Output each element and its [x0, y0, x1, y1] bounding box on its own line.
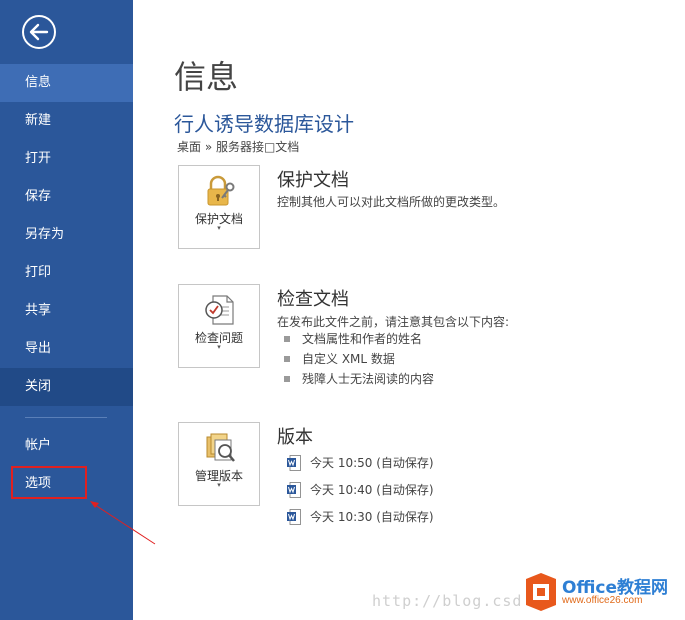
inspect-document-icon: [205, 295, 234, 325]
options-highlight-box: [11, 466, 87, 499]
site-logo: Office教程网 www.office26.com: [522, 571, 682, 615]
word-document-icon: [287, 508, 301, 525]
inspect-document-heading: 检查文档: [277, 289, 349, 310]
breadcrumb[interactable]: 桌面 » 服务器接□文档: [177, 138, 299, 155]
version-entry[interactable]: 今天 10:40 (自动保存): [287, 481, 434, 499]
nav-new[interactable]: 新建: [0, 102, 133, 140]
versions-heading: 版本: [277, 427, 313, 448]
chevron-down-icon: ▾: [217, 343, 221, 351]
protect-document-heading: 保护文档: [277, 170, 349, 191]
nav-share[interactable]: 共享: [0, 292, 133, 330]
backstage-sidebar: 信息 新建 打开 保存 另存为 打印 共享 导出 关闭 帐户 选项: [0, 0, 133, 620]
version-entry[interactable]: 今天 10:50 (自动保存): [287, 454, 434, 472]
document-title: 行人诱导数据库设计: [174, 112, 354, 136]
bullet-icon: [284, 355, 290, 362]
blog-watermark: http://blog.csd: [372, 592, 523, 610]
version-entry[interactable]: 今天 10:30 (自动保存): [287, 508, 434, 526]
back-button[interactable]: [21, 14, 57, 50]
word-document-icon: [287, 454, 301, 471]
nav-export[interactable]: 导出: [0, 330, 133, 368]
lock-key-icon: [207, 175, 235, 206]
nav-print[interactable]: 打印: [0, 254, 133, 292]
protect-document-button[interactable]: 保护文档 ▾: [178, 165, 260, 249]
inspect-document-description: 在发布此文件之前，请注意其包含以下内容:: [277, 315, 510, 329]
word-document-icon: [287, 481, 301, 498]
nav-close[interactable]: 关闭: [0, 368, 133, 406]
nav-info[interactable]: 信息: [0, 64, 133, 102]
nav-save[interactable]: 保存: [0, 178, 133, 216]
protect-document-description: 控制其他人可以对此文档所做的更改类型。: [277, 195, 506, 209]
nav-open[interactable]: 打开: [0, 140, 133, 178]
chevron-down-icon: ▾: [217, 224, 221, 232]
logo-url-text: www.office26.com: [562, 595, 643, 606]
manage-versions-icon: [206, 433, 235, 462]
nav-divider: [25, 417, 107, 418]
bullet-icon: [284, 375, 290, 382]
nav-account[interactable]: 帐户: [0, 427, 133, 465]
list-item: 自定义 XML 数据: [284, 351, 395, 367]
back-arrow-icon: [22, 15, 56, 49]
list-item: 残障人士无法阅读的内容: [284, 371, 434, 387]
manage-versions-button[interactable]: 管理版本 ▾: [178, 422, 260, 506]
check-for-issues-button[interactable]: 检查问题 ▾: [178, 284, 260, 368]
nav-save-as[interactable]: 另存为: [0, 216, 133, 254]
chevron-down-icon: ▾: [217, 481, 221, 489]
office-logo-icon: [526, 573, 556, 611]
list-item: 文档属性和作者的姓名: [284, 331, 422, 347]
bullet-icon: [284, 335, 290, 342]
page-title: 信息: [174, 58, 239, 96]
